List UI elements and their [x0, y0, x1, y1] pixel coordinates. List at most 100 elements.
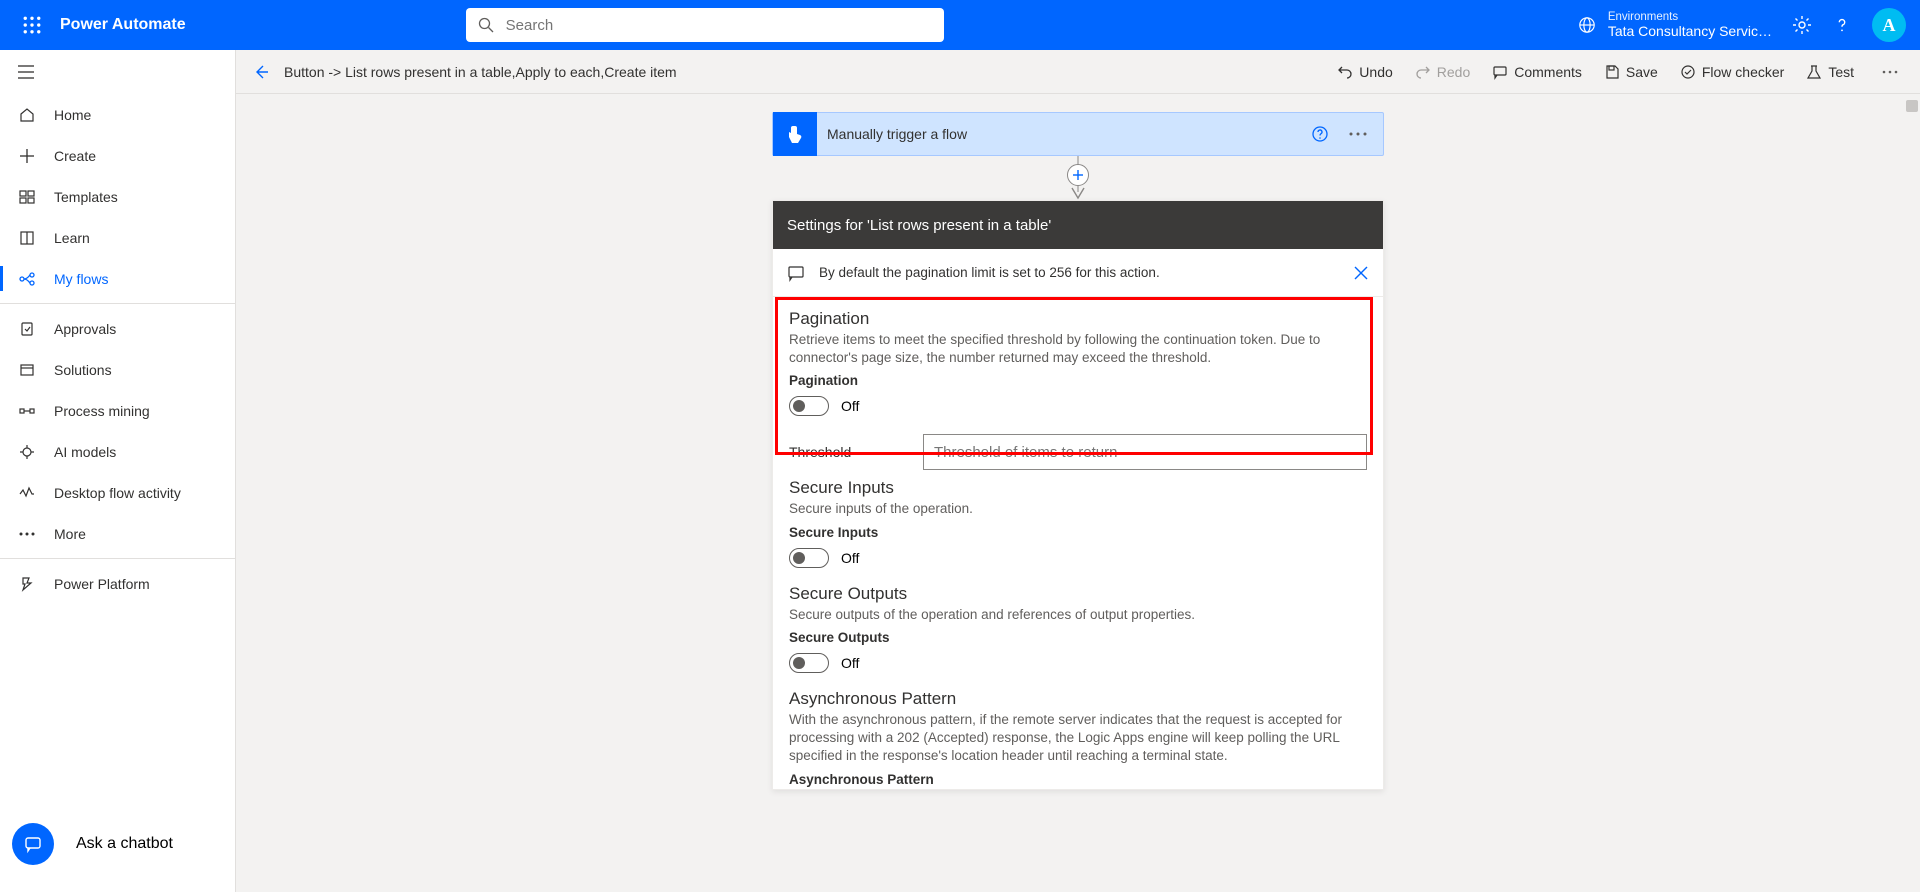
touch-icon	[784, 123, 806, 145]
toggle-state: Off	[841, 655, 859, 671]
canvas-scrollbar[interactable]	[1904, 94, 1920, 892]
search-input[interactable]	[506, 17, 932, 34]
nav-label: Process mining	[54, 403, 150, 419]
add-step-button[interactable]	[1067, 164, 1089, 186]
async-pattern-section: Asynchronous Pattern With the asynchrono…	[773, 677, 1383, 789]
waffle-icon	[23, 16, 41, 34]
section-description: Secure inputs of the operation.	[789, 500, 1367, 518]
breadcrumb-text: Button -> List rows present in a table,A…	[284, 64, 677, 80]
comments-button[interactable]: Comments	[1492, 64, 1582, 80]
close-icon	[1353, 265, 1369, 281]
threshold-label: Threshold	[789, 444, 915, 460]
solutions-icon	[18, 361, 36, 379]
toggle-state: Off	[841, 398, 859, 414]
pagination-toggle[interactable]	[789, 396, 829, 416]
user-avatar[interactable]: A	[1872, 8, 1906, 42]
section-title: Pagination	[789, 309, 1367, 329]
search-icon	[478, 17, 494, 33]
arrow-left-icon	[252, 63, 270, 81]
approvals-icon	[18, 320, 36, 338]
scroll-up-affordance[interactable]	[1906, 100, 1918, 112]
environment-picker[interactable]: Environments Tata Consultancy Servic…	[1578, 11, 1772, 39]
nav-create[interactable]: Create	[0, 135, 235, 176]
nav-approvals[interactable]: Approvals	[0, 308, 235, 349]
secure-outputs-toggle[interactable]	[789, 653, 829, 673]
info-banner: By default the pagination limit is set t…	[773, 249, 1383, 297]
nav-label: My flows	[54, 271, 108, 287]
nav-label: Home	[54, 107, 91, 123]
nav-home[interactable]: Home	[0, 94, 235, 135]
section-sublabel: Secure Inputs	[789, 525, 1367, 540]
left-nav: Home Create Templates Learn My flows A	[0, 50, 236, 892]
flow-icon	[18, 270, 36, 288]
trigger-menu-button[interactable]	[1349, 132, 1367, 136]
section-description: Secure outputs of the operation and refe…	[789, 606, 1367, 624]
trigger-icon	[773, 112, 817, 156]
section-title: Secure Outputs	[789, 584, 1367, 604]
globe-icon	[1578, 16, 1596, 34]
nav-label: Solutions	[54, 362, 112, 378]
nav-my-flows[interactable]: My flows	[0, 258, 235, 299]
nav-collapse-button[interactable]	[0, 50, 235, 94]
chatbot-button[interactable]: Ask a chatbot	[0, 814, 235, 874]
nav-ai-models[interactable]: AI models	[0, 431, 235, 472]
checker-icon	[1680, 64, 1696, 80]
settings-button[interactable]	[1792, 15, 1812, 35]
more-commands-button[interactable]	[1876, 70, 1904, 74]
nav-label: Templates	[54, 189, 118, 205]
nav-desktop-activity[interactable]: Desktop flow activity	[0, 472, 235, 513]
test-button[interactable]: Test	[1806, 64, 1854, 80]
flow-checker-button[interactable]: Flow checker	[1680, 64, 1784, 80]
nav-solutions[interactable]: Solutions	[0, 349, 235, 390]
nav-separator	[0, 558, 235, 559]
comment-icon	[1492, 64, 1508, 80]
nav-templates[interactable]: Templates	[0, 176, 235, 217]
help-circle-icon	[1311, 125, 1329, 143]
threshold-input[interactable]	[923, 434, 1367, 470]
main-area: Button -> List rows present in a table,A…	[236, 50, 1920, 892]
nav-label: More	[54, 526, 86, 542]
undo-button[interactable]: Undo	[1337, 64, 1392, 80]
help-button[interactable]	[1832, 15, 1852, 35]
app-launcher-button[interactable]	[8, 16, 56, 34]
flask-icon	[1806, 64, 1822, 80]
section-sublabel: Asynchronous Pattern	[789, 772, 1367, 787]
chatbot-label: Ask a chatbot	[76, 835, 173, 853]
nav-label: Create	[54, 148, 96, 164]
command-bar: Button -> List rows present in a table,A…	[236, 50, 1920, 94]
nav-label: AI models	[54, 444, 116, 460]
book-icon	[18, 229, 36, 247]
search-box[interactable]	[466, 8, 944, 42]
nav-more[interactable]: More	[0, 513, 235, 554]
save-icon	[1604, 64, 1620, 80]
nav-label: Approvals	[54, 321, 116, 337]
section-title: Asynchronous Pattern	[789, 689, 1367, 709]
trigger-help-button[interactable]	[1311, 125, 1329, 143]
chatbot-icon	[12, 823, 54, 865]
settings-header: Settings for 'List rows present in a tab…	[773, 201, 1383, 249]
secure-inputs-toggle[interactable]	[789, 548, 829, 568]
flow-canvas[interactable]: Manually trigger a flow	[236, 94, 1920, 892]
hamburger-icon	[18, 65, 34, 79]
process-icon	[18, 402, 36, 420]
banner-text: By default the pagination limit is set t…	[819, 265, 1160, 280]
save-button[interactable]: Save	[1604, 64, 1658, 80]
nav-learn[interactable]: Learn	[0, 217, 235, 258]
trigger-title: Manually trigger a flow	[817, 126, 1311, 142]
trigger-card[interactable]: Manually trigger a flow	[772, 112, 1384, 156]
pagination-section: Pagination Retrieve items to meet the sp…	[773, 297, 1383, 474]
plus-icon	[1073, 170, 1083, 180]
section-sublabel: Pagination	[789, 373, 1367, 388]
nav-label: Desktop flow activity	[54, 485, 181, 501]
home-icon	[18, 106, 36, 124]
toggle-state: Off	[841, 550, 859, 566]
nav-power-platform[interactable]: Power Platform	[0, 563, 235, 604]
back-button[interactable]	[252, 63, 270, 81]
ai-icon	[18, 443, 36, 461]
ellipsis-icon	[1882, 70, 1898, 74]
nav-label: Learn	[54, 230, 90, 246]
secure-outputs-section: Secure Outputs Secure outputs of the ope…	[773, 572, 1383, 677]
banner-close-button[interactable]	[1353, 265, 1369, 281]
section-description: With the asynchronous pattern, if the re…	[789, 711, 1367, 766]
nav-process-mining[interactable]: Process mining	[0, 390, 235, 431]
